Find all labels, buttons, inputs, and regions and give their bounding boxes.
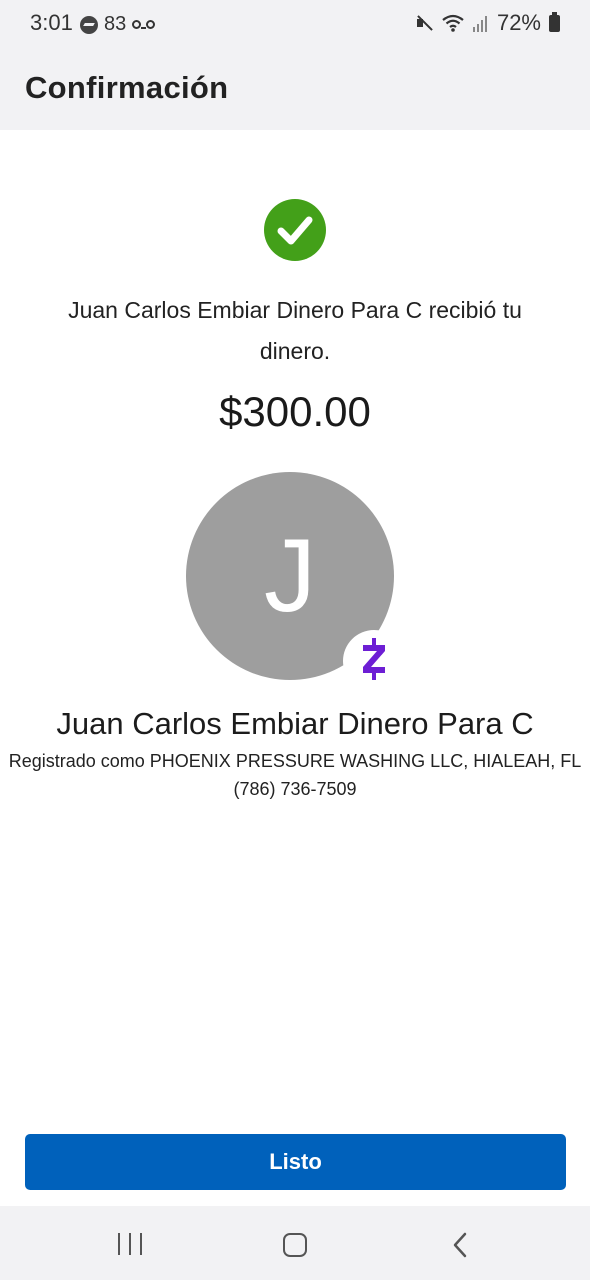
page-title: Confirmación bbox=[25, 70, 229, 105]
wifi-icon bbox=[441, 13, 465, 33]
status-time: 3:01 bbox=[30, 10, 73, 35]
status-system-icons: 72% bbox=[415, 10, 560, 36]
home-icon[interactable] bbox=[283, 1233, 307, 1257]
avatar-initial: J bbox=[264, 517, 316, 634]
back-icon[interactable] bbox=[452, 1232, 468, 1263]
done-button[interactable]: Listo bbox=[25, 1134, 566, 1190]
notification-count: 83 bbox=[104, 13, 127, 35]
confirmation-message: Juan Carlos Embiar Dinero Para C recibió… bbox=[68, 297, 522, 364]
zelle-logo-icon bbox=[363, 638, 385, 680]
status-bar: 3:01 83 72% bbox=[0, 0, 590, 48]
zelle-badge bbox=[343, 630, 405, 680]
check-circle-icon bbox=[264, 199, 326, 261]
battery-icon bbox=[549, 11, 560, 32]
messenger-icon bbox=[80, 15, 98, 34]
system-nav-bar bbox=[0, 1206, 590, 1280]
status-notifications: 83 bbox=[80, 13, 156, 36]
recents-icon[interactable] bbox=[118, 1233, 142, 1255]
mute-icon bbox=[415, 14, 433, 32]
recipient-name: Juan Carlos Embiar Dinero Para C bbox=[56, 706, 534, 741]
amount-sent: $300.00 bbox=[219, 388, 371, 435]
battery-percent: 72% bbox=[496, 10, 541, 35]
signal-icon bbox=[472, 14, 489, 32]
registered-business: Registrado como PHOENIX PRESSURE WASHING… bbox=[8, 751, 582, 771]
voicemail-icon bbox=[132, 20, 156, 29]
app-bar: Confirmación bbox=[0, 48, 590, 130]
recipient-phone: (786) 736-7509 bbox=[233, 779, 357, 799]
